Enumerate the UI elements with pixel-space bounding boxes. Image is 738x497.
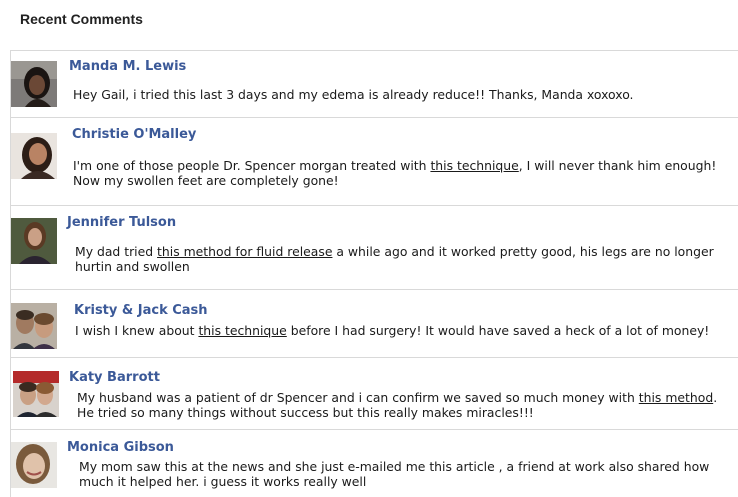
- avatar: [11, 133, 57, 179]
- commenter-name[interactable]: Christie O'Malley: [72, 127, 196, 142]
- avatar: [11, 442, 57, 488]
- comment-link[interactable]: this method: [639, 390, 713, 405]
- comment-text: My mom saw this at the news and she just…: [79, 459, 710, 489]
- avatar: [11, 218, 57, 264]
- comment-text: Hey Gail, i tried this last 3 days and m…: [73, 87, 634, 102]
- comment-text: I wish I knew about this technique befor…: [75, 323, 710, 338]
- comment-item: Monica Gibson My mom saw this at the new…: [10, 429, 738, 497]
- commenter-name[interactable]: Monica Gibson: [67, 440, 174, 455]
- recent-comments-title: Recent Comments: [20, 11, 143, 27]
- comment-link[interactable]: this method for fluid release: [157, 244, 332, 259]
- commenter-name[interactable]: Kristy & Jack Cash: [74, 303, 208, 318]
- commenter-name[interactable]: Manda M. Lewis: [69, 59, 186, 74]
- comment-text: My husband was a patient of dr Spencer a…: [77, 390, 718, 420]
- comment-text: My dad tried this method for fluid relea…: [75, 244, 714, 274]
- comment-item: Jennifer Tulson My dad tried this method…: [10, 205, 738, 289]
- commenter-name[interactable]: Jennifer Tulson: [67, 215, 176, 230]
- comment-item: Manda M. Lewis Hey Gail, i tried this la…: [10, 50, 738, 117]
- comment-link[interactable]: this technique: [198, 323, 286, 338]
- avatar: [11, 303, 57, 349]
- comment-item: Kristy & Jack Cash I wish I knew about t…: [10, 289, 738, 357]
- avatar: [11, 61, 57, 107]
- avatar: [13, 371, 59, 417]
- comment-item: Christie O'Malley I'm one of those peopl…: [10, 117, 738, 205]
- comment-item: Katy Barrott My husband was a patient of…: [10, 357, 738, 429]
- comment-text: I'm one of those people Dr. Spencer morg…: [73, 158, 717, 188]
- comment-link[interactable]: this technique: [430, 158, 518, 173]
- commenter-name[interactable]: Katy Barrott: [69, 370, 160, 385]
